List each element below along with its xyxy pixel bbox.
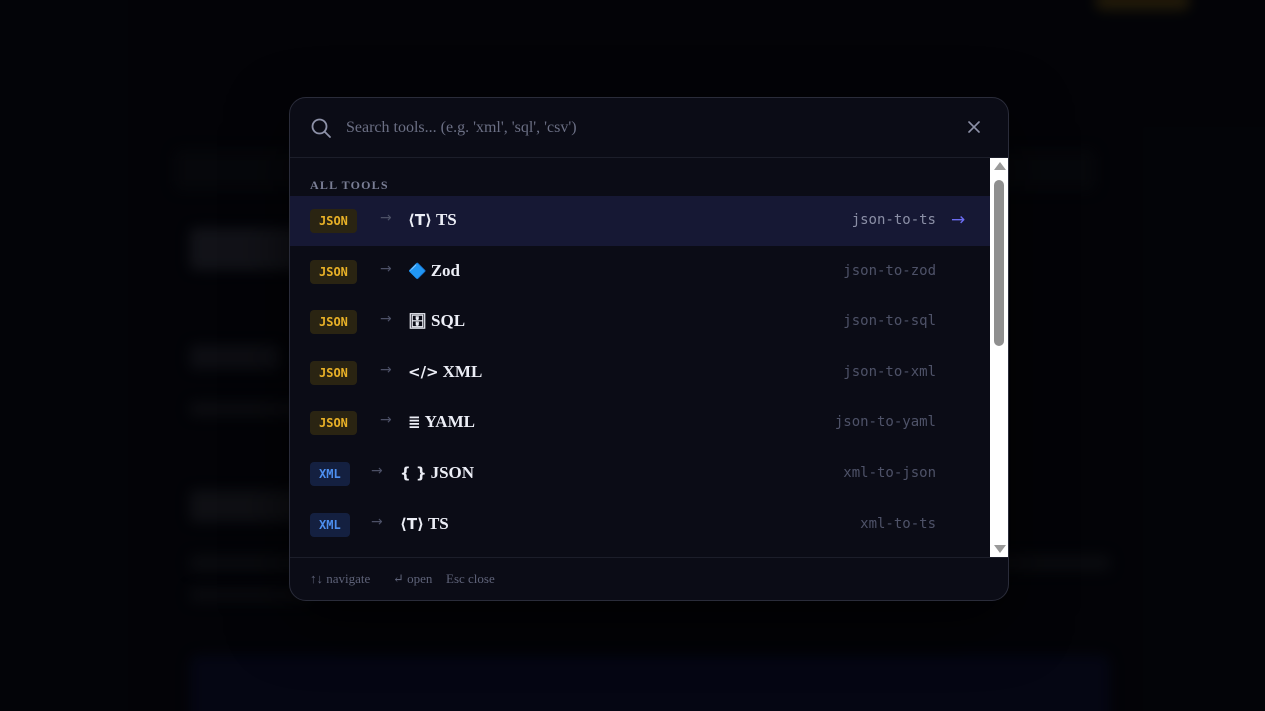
tool-slug: xml-to-ts — [860, 515, 936, 532]
target-format: ⟨T⟩ TS — [400, 514, 449, 534]
open-arrow-icon[interactable]: → — [951, 210, 965, 230]
target-format: ⟨T⟩ TS — [408, 210, 457, 230]
scroll-up-arrow-icon[interactable] — [994, 162, 1006, 170]
tool-row-json-to-ts[interactable]: JSON → ⟨T⟩ TS json-to-ts → — [290, 196, 990, 246]
tool-slug: json-to-zod — [843, 262, 936, 279]
command-palette: ALL TOOLS JSON→⟨T⟩TSjson-to-ts→JSON→🔷Zod… — [289, 97, 1009, 601]
target-format: ≣ YAML — [408, 412, 475, 432]
tool-slug: json-to-ts — [851, 212, 936, 228]
scroll-down-arrow-icon[interactable] — [994, 545, 1006, 553]
arrow-right-icon: → — [371, 463, 383, 479]
tool-row-xml-to-ts[interactable]: XML → ⟨T⟩ TS xml-to-ts — [290, 500, 990, 550]
search-bar — [290, 98, 1008, 158]
target-format: { } JSON — [400, 463, 474, 483]
results-list: ALL TOOLS JSON → ⟨T⟩ TS json-to-ts → JSON → 🔷 Zod… — [290, 158, 990, 557]
arrow-right-icon: → — [371, 513, 383, 530]
target-label: SQL — [431, 311, 466, 331]
target-label: TS — [427, 513, 449, 533]
search-icon — [311, 118, 331, 138]
footer-hints: ↑↓ navigate ↵ open Esc close — [290, 557, 1008, 600]
format-icon: ≣ — [408, 413, 421, 432]
source-badge: XML — [310, 512, 350, 537]
target-label: Zod — [430, 260, 460, 280]
tool-slug: json-to-sql — [843, 313, 936, 330]
arrow-right-icon: → — [380, 260, 392, 277]
target-label: XML — [442, 361, 483, 381]
source-badge: JSON — [310, 209, 357, 233]
source-badge: XML — [310, 462, 350, 486]
format-icon: 🔷 — [408, 261, 427, 280]
tool-slug: json-to-yaml — [834, 414, 936, 431]
format-icon: { } — [400, 464, 427, 482]
format-icon: ⟨T⟩ — [400, 514, 424, 533]
arrow-right-icon: → — [380, 361, 392, 378]
target-label: TS — [435, 210, 457, 229]
target-label: YAML — [424, 412, 475, 432]
tool-slug: xml-to-json — [843, 465, 936, 481]
format-icon: 🗄 — [408, 312, 428, 331]
tool-row-json-to-zod[interactable]: JSON → 🔷 Zod json-to-zod — [290, 247, 990, 297]
target-format: 🔷 Zod — [408, 261, 460, 281]
arrow-right-icon: → — [380, 311, 392, 328]
tool-row-json-to-sql[interactable]: JSON → 🗄 SQL json-to-sql — [290, 297, 990, 347]
target-label: JSON — [430, 463, 475, 482]
tool-row-xml-to-json[interactable]: XML → { } JSON xml-to-json — [290, 449, 990, 499]
source-badge: JSON — [310, 411, 357, 436]
format-icon: </> — [408, 362, 439, 381]
source-badge: JSON — [310, 360, 357, 385]
source-badge: JSON — [310, 310, 357, 335]
format-icon: ⟨T⟩ — [408, 211, 432, 229]
scrollbar[interactable] — [990, 158, 1008, 557]
target-format: </> XML — [408, 362, 482, 382]
section-label: ALL TOOLS — [310, 178, 389, 192]
search-input[interactable] — [344, 112, 948, 144]
arrow-right-icon: → — [380, 210, 392, 226]
close-icon[interactable] — [964, 117, 984, 137]
arrow-right-icon: → — [380, 412, 392, 429]
scrollbar-thumb[interactable] — [994, 180, 1004, 346]
source-badge: JSON — [310, 259, 357, 284]
tool-row-json-to-xml[interactable]: JSON → </> XML json-to-xml — [290, 348, 990, 398]
close-hint: Esc close — [446, 571, 495, 586]
tool-row-json-to-yaml[interactable]: JSON → ≣ YAML json-to-yaml — [290, 398, 990, 448]
open-hint: ↵ open — [393, 571, 433, 586]
navigate-hint: ↑↓ navigate — [310, 571, 371, 586]
target-format: 🗄 SQL — [408, 311, 465, 331]
tool-slug: json-to-xml — [843, 363, 936, 380]
